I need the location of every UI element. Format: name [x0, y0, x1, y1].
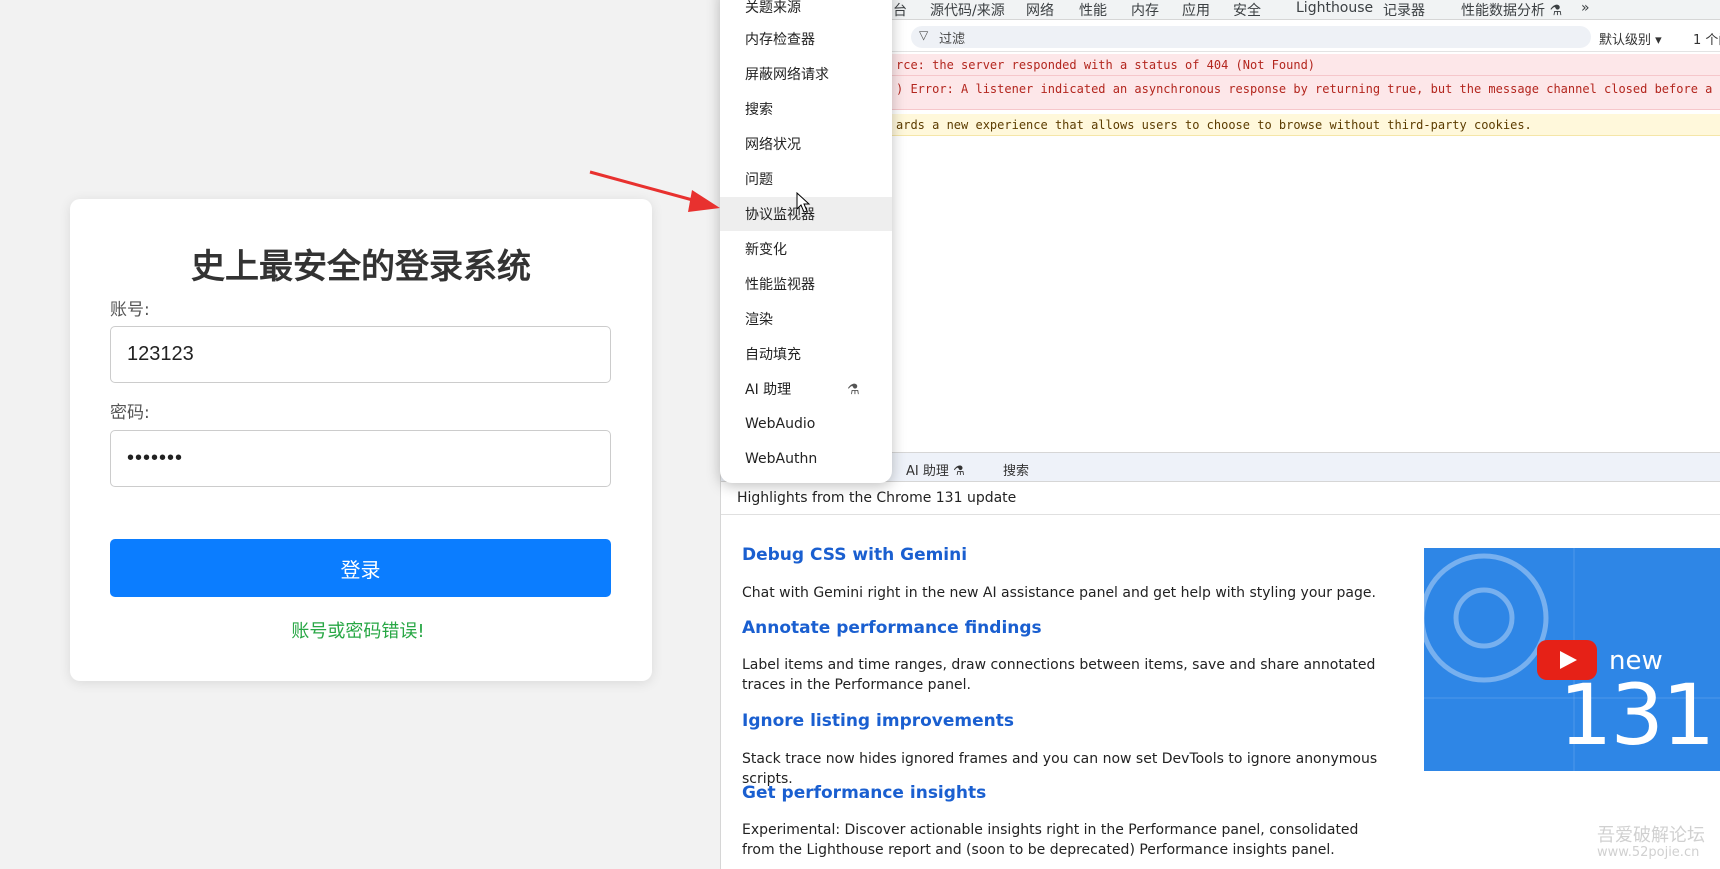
- page-title: 史上最安全的登录系统: [191, 247, 531, 287]
- password-input[interactable]: •••••••: [110, 430, 611, 487]
- login-button[interactable]: 登录: [110, 539, 611, 597]
- log-level-select[interactable]: 默认级别 ▾: [1599, 29, 1662, 48]
- menu-item-network-conditions[interactable]: 网络状况: [720, 127, 892, 161]
- filter-placeholder: 过滤: [939, 32, 966, 47]
- filter-icon: ▽: [919, 28, 929, 42]
- news-text: Label items and time ranges, draw connec…: [742, 657, 1376, 693]
- menu-item[interactable]: 关题来源: [720, 0, 892, 24]
- video-thumbnail[interactable]: new 131: [1424, 548, 1720, 771]
- tab-memory[interactable]: 内存: [1131, 0, 1159, 20]
- filter-input[interactable]: [911, 26, 1591, 48]
- menu-item-autofill[interactable]: 自动填充: [720, 337, 892, 371]
- menu-item-search[interactable]: 搜索: [720, 92, 892, 126]
- tab-sources[interactable]: 源代码/来源: [930, 0, 1005, 20]
- news-text: Experimental: Discover actionable insigh…: [742, 822, 1359, 858]
- menu-item-whats-new[interactable]: 新变化: [720, 232, 892, 266]
- menu-item-performance-monitor[interactable]: 性能监视器: [720, 267, 892, 301]
- error-message: 账号或密码错误!: [291, 621, 425, 642]
- more-tools-menu: 关题来源 内存检查器 屏蔽网络请求 搜索 网络状况 问题 协议监视器 新变化 性…: [720, 0, 892, 483]
- drawer-tab-ai-assistant[interactable]: AI 助理 ⚗: [906, 460, 965, 479]
- menu-item-webaudio[interactable]: WebAudio: [720, 407, 892, 441]
- watermark-url: www.52pojie.cn: [1597, 845, 1700, 860]
- menu-item-webauthn[interactable]: WebAuthn: [720, 442, 892, 476]
- login-card: 史上最安全的登录系统 账号: 123123 密码: ••••••• 登录 账号或…: [70, 199, 652, 681]
- promo-version: 131: [1559, 666, 1715, 764]
- menu-item-ai-assistant[interactable]: AI 助理 ⚗: [720, 372, 892, 406]
- menu-item-network-request-blocking[interactable]: 屏蔽网络请求: [720, 57, 892, 91]
- password-label: 密码:: [110, 403, 150, 423]
- account-input[interactable]: 123123: [110, 326, 611, 383]
- tab-performance[interactable]: 性能: [1079, 0, 1107, 20]
- tab-network[interactable]: 网络: [1026, 0, 1054, 20]
- news-link[interactable]: Debug CSS with Gemini: [742, 545, 967, 565]
- whats-new-header: Highlights from the Chrome 131 update: [737, 490, 1017, 506]
- menu-item-label: AI 助理: [745, 382, 792, 398]
- divider: [721, 514, 1720, 515]
- tab-recorder[interactable]: 记录器: [1383, 0, 1425, 20]
- watermark: 吾爱破解论坛: [1597, 825, 1705, 846]
- issues-count[interactable]: 1 个问题: [1693, 29, 1720, 48]
- menu-item-rendering[interactable]: 渲染: [720, 302, 892, 336]
- mouse-cursor-icon: [796, 192, 811, 213]
- tab-performance-insights[interactable]: 性能数据分析 ⚗: [1461, 0, 1562, 20]
- more-tabs-icon[interactable]: »: [1581, 0, 1590, 16]
- news-text: Chat with Gemini right in the new AI ass…: [742, 585, 1376, 601]
- tab-application[interactable]: 应用: [1182, 0, 1210, 20]
- red-arrow-annotation: [589, 170, 720, 212]
- drawer-tab-search[interactable]: 搜索: [1003, 460, 1029, 479]
- login-page: 史上最安全的登录系统 账号: 123123 密码: ••••••• 登录 账号或…: [0, 0, 720, 869]
- news-link[interactable]: Ignore listing improvements: [742, 711, 1014, 731]
- news-link[interactable]: Get performance insights: [742, 783, 986, 803]
- news-link[interactable]: Annotate performance findings: [742, 618, 1042, 638]
- flask-icon: ⚗: [847, 382, 860, 398]
- account-label: 账号:: [110, 300, 150, 320]
- menu-item-issues[interactable]: 问题: [720, 162, 892, 196]
- tab-lighthouse[interactable]: Lighthouse: [1296, 0, 1373, 16]
- tab-console[interactable]: 台: [893, 0, 907, 20]
- tab-security[interactable]: 安全: [1233, 0, 1261, 20]
- menu-item-memory-inspector[interactable]: 内存检查器: [720, 22, 892, 56]
